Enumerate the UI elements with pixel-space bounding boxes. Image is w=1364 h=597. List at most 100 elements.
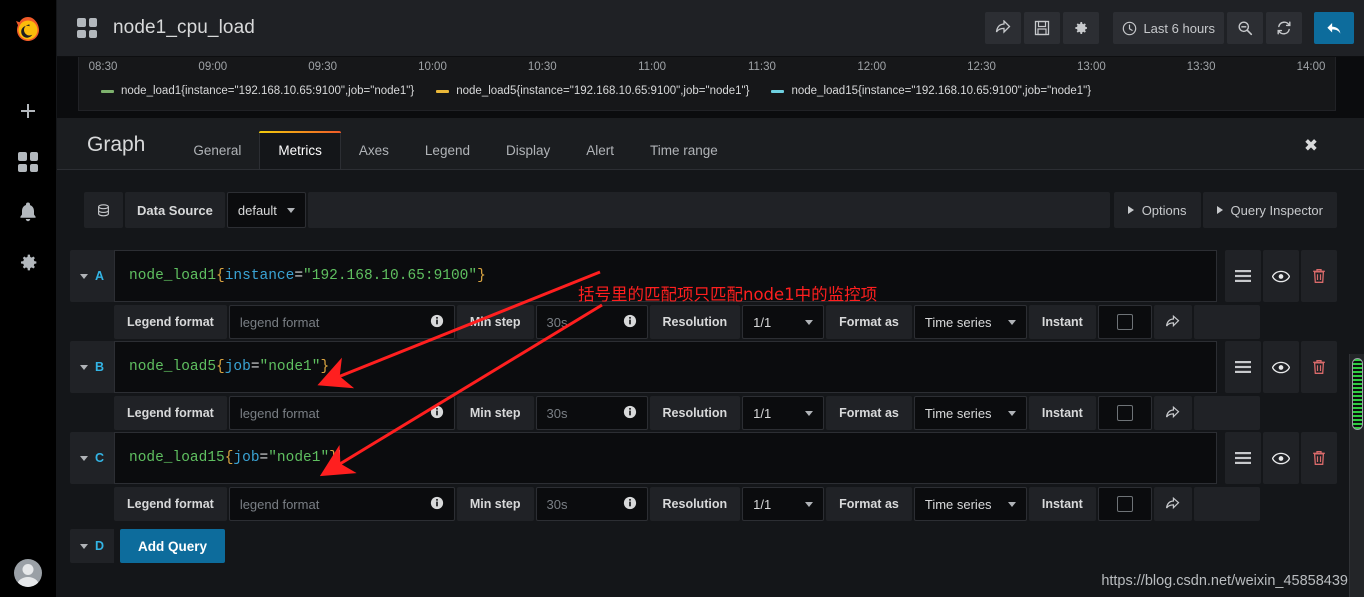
query-toggle-visibility-button[interactable]	[1263, 341, 1299, 393]
tab-label: Legend	[424, 142, 470, 158]
tab-legend[interactable]: Legend	[407, 131, 488, 169]
chevron-down-icon	[805, 319, 814, 325]
datasource-select[interactable]: default	[226, 192, 306, 228]
tab-metrics[interactable]: Metrics	[259, 131, 341, 169]
resolution-select[interactable]: 1/1	[742, 487, 825, 521]
legend-item[interactable]: node_load5{instance="192.168.10.65:9100"…	[436, 85, 749, 97]
legend-item[interactable]: node_load15{instance="192.168.10.65:9100…	[771, 85, 1091, 97]
resolution-value: 1/1	[753, 496, 772, 512]
back-button[interactable]	[1314, 12, 1354, 44]
query-actions	[1223, 341, 1337, 393]
query-toggle-d[interactable]: D	[70, 529, 114, 563]
grafana-logo-icon[interactable]	[11, 13, 45, 47]
eye-icon	[1272, 452, 1290, 464]
query-expression-input[interactable]: node_load5{job = "node1"}	[114, 341, 1217, 393]
time-range-picker[interactable]: Last 6 hours	[1113, 12, 1224, 44]
query-delete-button[interactable]	[1301, 341, 1337, 393]
external-link-icon	[1166, 314, 1180, 327]
legend-format-input[interactable]: legend format	[228, 305, 455, 339]
query-menu-button[interactable]	[1225, 432, 1261, 484]
gear-icon	[1075, 22, 1088, 35]
query-delete-button[interactable]	[1301, 432, 1337, 484]
min-step-placeholder: 30s	[546, 405, 568, 421]
query-options-filler	[1193, 487, 1260, 521]
user-avatar[interactable]	[14, 559, 42, 587]
legend-color-swatch	[436, 89, 450, 93]
format-as-value: Time series	[924, 405, 992, 421]
tab-axes[interactable]: Axes	[341, 131, 407, 169]
legend-format-input[interactable]: legend format	[228, 396, 455, 430]
min-step-info-icon[interactable]	[623, 405, 637, 422]
tab-label: Alert	[586, 142, 615, 158]
drag-handle-icon	[1235, 361, 1251, 373]
drag-handle-icon	[1235, 270, 1251, 282]
query-operator: =	[259, 450, 269, 466]
datasource-right-actions: Options Query Inspector	[1112, 192, 1337, 228]
query-explore-button[interactable]	[1153, 396, 1192, 430]
close-editor-button[interactable]: ✖	[1298, 132, 1324, 158]
sidebar-item-configuration[interactable]	[15, 249, 41, 275]
legend-format-info-icon[interactable]	[430, 496, 444, 513]
resolution-label: Resolution	[649, 487, 741, 521]
drag-handle-icon	[1235, 452, 1251, 464]
save-button[interactable]	[1024, 12, 1061, 44]
tab-time-range[interactable]: Time range	[632, 131, 736, 169]
sidebar-item-alerting[interactable]	[15, 199, 41, 225]
query-ref-id: A	[94, 269, 105, 283]
legend-format-info-icon[interactable]	[430, 405, 444, 422]
query-toggle-visibility-button[interactable]	[1263, 250, 1299, 302]
legend-format-info-icon[interactable]	[430, 314, 444, 331]
zoom-out-button[interactable]	[1227, 12, 1263, 44]
query-delete-button[interactable]	[1301, 250, 1337, 302]
editor-scrollbar-thumb[interactable]	[1352, 358, 1363, 430]
query-inspector-toggle[interactable]: Query Inspector	[1202, 192, 1337, 228]
info-icon	[430, 314, 443, 327]
time-range-label: Last 6 hours	[1143, 20, 1215, 36]
min-step-input[interactable]: 30s	[535, 487, 648, 521]
tab-label: Display	[505, 142, 551, 158]
query-explore-button[interactable]	[1153, 487, 1192, 521]
min-step-info-icon[interactable]	[623, 314, 637, 331]
query-row: Cnode_load15{job = "node1"} Legend format le…	[70, 432, 1337, 521]
legend-color-swatch	[771, 89, 785, 93]
query-toggle-b[interactable]: B	[70, 341, 114, 393]
query-explore-button[interactable]	[1153, 305, 1192, 339]
resolution-select[interactable]: 1/1	[742, 305, 825, 339]
refresh-button[interactable]	[1266, 12, 1302, 44]
instant-checkbox[interactable]	[1097, 305, 1152, 339]
tab-display[interactable]: Display	[488, 131, 568, 169]
share-button[interactable]	[985, 12, 1022, 44]
sidebar-item-create[interactable]	[15, 99, 41, 125]
tab-general[interactable]: General	[175, 131, 259, 169]
resolution-value: 1/1	[753, 314, 772, 330]
format-as-select[interactable]: Time series	[913, 487, 1027, 521]
add-query-row: D Add Query	[70, 529, 1364, 563]
resolution-select[interactable]: 1/1	[742, 396, 825, 430]
query-toggle-c[interactable]: C	[70, 432, 114, 484]
min-step-input[interactable]: 30s	[535, 396, 648, 430]
sidebar-item-dashboards[interactable]	[15, 149, 41, 175]
query-toggle-a[interactable]: A	[70, 250, 114, 302]
query-menu-button[interactable]	[1225, 341, 1261, 393]
min-step-input[interactable]: 30s	[535, 305, 648, 339]
tab-alert[interactable]: Alert	[568, 131, 632, 169]
instant-checkbox[interactable]	[1097, 487, 1152, 521]
legend-format-input[interactable]: legend format	[228, 487, 455, 521]
query-toggle-visibility-button[interactable]	[1263, 432, 1299, 484]
query-brace-close: }	[477, 268, 486, 284]
panel-settings-button[interactable]	[1063, 12, 1100, 44]
options-toggle[interactable]: Options	[1113, 192, 1201, 228]
datasource-label: Data Source	[125, 192, 225, 228]
save-icon	[1035, 20, 1050, 36]
add-query-button[interactable]: Add Query	[120, 529, 226, 563]
format-as-select[interactable]: Time series	[913, 396, 1027, 430]
external-link-icon	[1166, 496, 1180, 509]
query-menu-button[interactable]	[1225, 250, 1261, 302]
min-step-info-icon[interactable]	[623, 496, 637, 513]
info-icon	[623, 314, 636, 327]
legend-item[interactable]: node_load1{instance="192.168.10.65:9100"…	[101, 85, 414, 97]
editor-scrollbar-track[interactable]	[1349, 354, 1364, 597]
format-as-select[interactable]: Time series	[913, 305, 1027, 339]
instant-checkbox[interactable]	[1097, 396, 1152, 430]
query-expression-input[interactable]: node_load15{job = "node1"}	[114, 432, 1217, 484]
